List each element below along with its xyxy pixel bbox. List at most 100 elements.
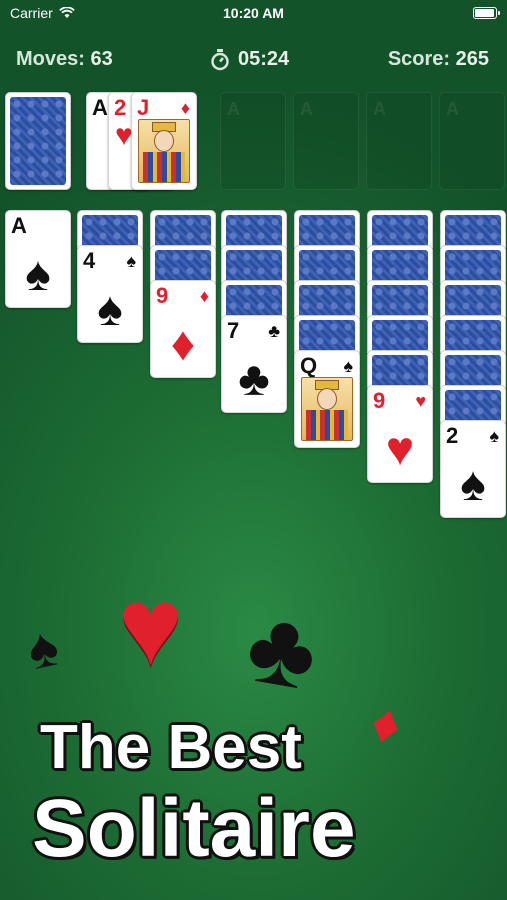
tableau-facedown-card [294, 315, 360, 353]
card-back-pattern [226, 285, 282, 317]
card-suit-large: ♣ [238, 353, 270, 406]
card-rank: 4 [83, 248, 96, 273]
waste-top-rank: J [137, 95, 150, 120]
tableau-card-col-5[interactable]: Q ♠ [294, 350, 360, 448]
waste-card-1-rank: A [92, 95, 108, 120]
moves-counter: Moves: 63 [16, 48, 113, 71]
card-back-pattern [445, 215, 501, 247]
tableau-card-col-3[interactable]: 9 ♦ ♦ [150, 280, 216, 378]
tableau-facedown-card [440, 315, 506, 353]
tableau-facedown-card [77, 210, 143, 248]
tableau-facedown-card [440, 350, 506, 388]
tableau-facedown-card [221, 280, 287, 318]
card-back-pattern [445, 285, 501, 317]
tableau-facedown-card [221, 245, 287, 283]
battery-fill [475, 9, 494, 17]
waste-card-2-rank: 2 [114, 95, 127, 120]
tableau-facedown-card [440, 245, 506, 283]
card-back-pattern [155, 250, 211, 282]
tableau-facedown-card [294, 245, 360, 283]
foundation-slot-3[interactable]: A [366, 92, 432, 190]
card-back-pattern [299, 285, 355, 317]
jack-face-art [138, 119, 190, 183]
timer: 05:24 [210, 48, 289, 71]
tableau-facedown-card [367, 245, 433, 283]
waste-card-top[interactable]: J ♦ [131, 92, 197, 190]
tableau-facedown-card [440, 280, 506, 318]
status-time: 10:20 AM [223, 5, 284, 21]
card-back-pattern [445, 320, 501, 352]
card-back-pattern [372, 320, 428, 352]
card-rank: Q [300, 353, 318, 378]
tableau-facedown-card [221, 210, 287, 248]
card-suit-small: ♥ [415, 391, 426, 411]
tableau-facedown-card [294, 280, 360, 318]
card-suit-small: ♠ [489, 426, 499, 446]
wifi-icon [58, 7, 75, 18]
spade-decoration-icon: ♠ [21, 613, 64, 682]
foundation-slot-2[interactable]: A [293, 92, 359, 190]
promo-line1: The Best [40, 713, 302, 782]
moves-value: 63 [90, 48, 113, 70]
foundation-slot-3-label: A [373, 99, 386, 119]
tableau-card-col-7[interactable]: 2 ♠ ♠ [440, 420, 506, 518]
foundation-slot-4[interactable]: A [439, 92, 505, 190]
tableau-facedown-card [294, 210, 360, 248]
card-back-pattern [372, 355, 428, 387]
card-back-pattern [299, 215, 355, 247]
card-back-pattern [82, 215, 138, 247]
score-label: Score: [387, 48, 451, 70]
tableau-facedown-card [367, 350, 433, 388]
foundation-slot-2-label: A [300, 99, 313, 119]
battery-icon [473, 7, 500, 19]
card-back-pattern [445, 390, 501, 422]
tableau-facedown-card [150, 210, 216, 248]
promo-line2: Solitaire [32, 783, 356, 874]
tableau-facedown-card [367, 315, 433, 353]
foundation-slot-1[interactable]: A [220, 92, 286, 190]
card-rank: 7 [227, 318, 240, 343]
foundation-slot-1-label: A [227, 99, 240, 119]
tableau-facedown-card [440, 210, 506, 248]
card-back-pattern [299, 250, 355, 282]
stopwatch-icon [211, 48, 229, 70]
tableau-facedown-card [440, 385, 506, 423]
card-back-pattern [10, 97, 66, 185]
card-back-pattern [445, 355, 501, 387]
card-suit-small: ♠ [343, 356, 353, 376]
tableau-card-col-6[interactable]: 9 ♥ ♥ [367, 385, 433, 483]
card-back-pattern [372, 285, 428, 317]
status-bar: Carrier 10:20 AM [0, 0, 507, 26]
card-suit-small: ♣ [268, 321, 280, 341]
card-suit-large: ♠ [25, 248, 51, 301]
card-suit-large: ♥ [385, 423, 415, 476]
moves-label: Moves: [16, 48, 85, 70]
heart-decoration-icon: ♥ [118, 565, 184, 688]
foundation-slot-4-label: A [446, 99, 459, 119]
tableau-card-col-2[interactable]: 4 ♠ ♠ [77, 245, 143, 343]
card-suit-large: ♦ [170, 318, 196, 371]
game-hud: Moves: 63 05:24 Score: 265 [0, 44, 507, 76]
status-left: Carrier [10, 5, 75, 21]
card-suit-small: ♠ [126, 251, 136, 271]
card-back-pattern [445, 250, 501, 282]
tableau-facedown-card [150, 245, 216, 283]
club-decoration-icon: ♣ [238, 586, 326, 714]
stock-pile[interactable] [5, 92, 71, 190]
card-suit-small: ♦ [199, 286, 209, 306]
card-suit-large: ♠ [460, 458, 486, 511]
carrier-label: Carrier [10, 5, 53, 21]
score-counter: Score: 265 [388, 48, 489, 71]
score-value: 265 [455, 48, 489, 70]
tableau-card-col-4[interactable]: 7 ♣ ♣ [221, 315, 287, 413]
card-back-pattern [299, 320, 355, 352]
card-rank: 2 [446, 423, 459, 448]
card-back-pattern [372, 250, 428, 282]
tableau-card-col-1[interactable]: A ♠ [5, 210, 71, 308]
tableau-facedown-card [367, 210, 433, 248]
card-back-pattern [226, 215, 282, 247]
timer-value: 05:24 [238, 48, 290, 70]
waste-top-suit: ♦ [180, 98, 190, 118]
card-rank: A [11, 213, 27, 238]
card-back-pattern [155, 215, 211, 247]
